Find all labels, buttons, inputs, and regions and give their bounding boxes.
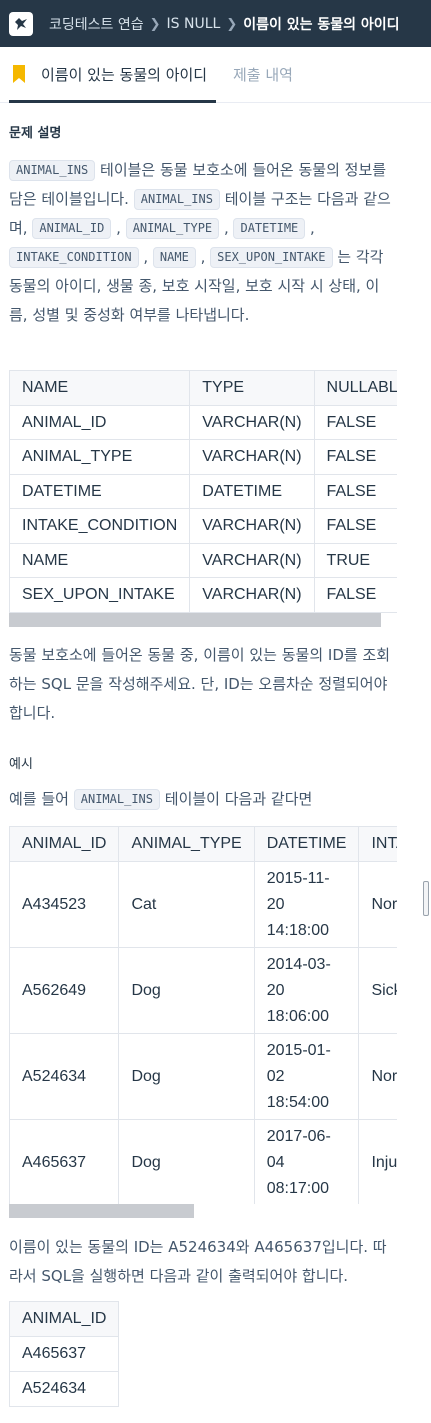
table-cell: A465637 [9, 1119, 120, 1204]
task-paragraph: 동물 보호소에 들어온 동물 중, 이름이 있는 동물의 ID를 조회하는 SQ… [9, 646, 391, 722]
table-row: A465637Dog2017-06-04 08:17:00Injured [9, 1119, 397, 1204]
section-title: 문제 설명 [9, 126, 62, 141]
table-row: DATETIME DATETIME FALSE [9, 474, 397, 509]
table-header-cell: TYPE [189, 370, 315, 406]
inline-code: INTAKE_CONDITION [9, 247, 139, 268]
inline-code: DATETIME [233, 218, 306, 239]
tab-submissions[interactable]: 제출 내역 [233, 64, 293, 85]
table-row: SEX_UPON_INTAKE VARCHAR(N) FALSE [9, 577, 397, 613]
inline-code: NAME [152, 247, 196, 268]
table-row: A524634 [9, 1371, 119, 1407]
tab-problem[interactable]: 이름이 있는 동물의 아이디 [9, 47, 216, 103]
example-table: ANIMAL_ID ANIMAL_TYPE DATETIME INTAKE_CO… [9, 826, 397, 1204]
inline-code: SEX_UPON_INTAKE [210, 247, 333, 268]
breadcrumb: 코딩테스트 연습 ❯ IS NULL ❯ 이름이 있는 동물의 아이디 [49, 14, 400, 34]
example-table-container: ANIMAL_ID ANIMAL_TYPE DATETIME INTAKE_CO… [9, 826, 397, 1204]
table-header-cell: NAME [9, 370, 191, 406]
table-row: INTAKE_CONDITION VARCHAR(N) FALSE [9, 508, 397, 544]
table-header-row: NAME TYPE NULLABLE [9, 370, 397, 406]
table-row: A434523Cat2015-11-20 14:18:00Normal [9, 861, 397, 948]
table-cell: VARCHAR(N) [189, 508, 315, 544]
problem-tabs: 이름이 있는 동물의 아이디 제출 내역 [0, 47, 431, 103]
table-cell: VARCHAR(N) [189, 405, 315, 440]
example-intro: 예를 들어 ANIMAL_INS 테이블이 다음과 같다면 [9, 785, 394, 814]
table-cell: VARCHAR(N) [189, 543, 315, 578]
table-cell: A524634 [9, 1033, 120, 1120]
tab-problem-label: 이름이 있는 동물의 아이디 [41, 66, 208, 84]
result-paragraph: 이름이 있는 동물의 ID는 A524634와 A465637입니다. 따라서 … [9, 1238, 387, 1285]
table-cell: NAME [9, 543, 191, 578]
table-row: A562649Dog2014-03-20 18:06:00Sick [9, 947, 397, 1034]
result-table-container: ANIMAL_ID A465637 A524634 [9, 1301, 119, 1407]
schema-table: NAME TYPE NULLABLE ANIMAL_IDVARCHAR(N)FA… [9, 370, 397, 613]
table-row: ANIMAL_ID VARCHAR(N) FALSE [9, 405, 397, 440]
table-cell: VARCHAR(N) [189, 577, 315, 613]
result-table: ANIMAL_ID A465637 A524634 [9, 1301, 119, 1407]
breadcrumb-item-coding-test[interactable]: 코딩테스트 연습 [49, 14, 144, 34]
table-header-cell: ANIMAL_ID [9, 826, 120, 862]
inline-code: ANIMAL_INS [133, 189, 220, 210]
table-header-row: ANIMAL_ID [9, 1301, 119, 1337]
bookmark-icon [13, 65, 25, 83]
breadcrumb-current: 이름이 있는 동물의 아이디 [243, 17, 400, 33]
table-cell: DATETIME [189, 474, 315, 509]
table-cell: TRUE [313, 543, 397, 578]
table-cell: FALSE [313, 508, 397, 544]
table-cell: 2015-11-20 14:18:00 [253, 861, 360, 948]
schema-table-scrollbar[interactable] [9, 613, 381, 627]
table-cell: Normal [358, 861, 397, 948]
chevron-right-icon: ❯ [226, 16, 238, 32]
table-cell: Sick [358, 947, 397, 1034]
table-cell: FALSE [313, 439, 397, 475]
table-cell: VARCHAR(N) [189, 439, 315, 475]
example-table-scrollbar[interactable] [9, 1204, 194, 1218]
breadcrumb-item-is-null[interactable]: IS NULL [167, 16, 221, 32]
table-cell: Dog [118, 1033, 255, 1120]
example-intro-text-2: 테이블이 다음과 같다면 [160, 790, 313, 808]
table-cell: Dog [118, 1119, 255, 1204]
table-header-cell: ANIMAL_ID [9, 1301, 119, 1337]
table-cell: A465637 [9, 1336, 119, 1372]
table-cell: Injured [358, 1119, 397, 1204]
table-cell: Dog [118, 947, 255, 1034]
table-cell: 2017-06-04 08:17:00 [253, 1119, 360, 1204]
table-cell: FALSE [313, 405, 397, 440]
table-cell: ANIMAL_ID [9, 405, 191, 440]
table-cell: Normal [358, 1033, 397, 1120]
schema-table-container: NAME TYPE NULLABLE ANIMAL_IDVARCHAR(N)FA… [9, 370, 397, 613]
table-cell: Cat [118, 861, 255, 948]
table-cell: A524634 [9, 1371, 119, 1407]
table-cell: A434523 [9, 861, 120, 948]
table-cell: 2014-03-20 18:06:00 [253, 947, 360, 1034]
example-title: 예시 [9, 757, 33, 772]
table-cell: FALSE [313, 577, 397, 613]
table-row: A465637 [9, 1336, 119, 1372]
inline-code: ANIMAL_INS [73, 789, 160, 810]
table-cell: ANIMAL_TYPE [9, 439, 191, 475]
inline-code: ANIMAL_ID [32, 218, 112, 239]
inline-code: ANIMAL_INS [9, 160, 96, 181]
table-cell: DATETIME [9, 474, 191, 509]
table-header-cell: INTAKE_CONDITION [358, 826, 397, 862]
table-cell: A562649 [9, 947, 120, 1034]
inline-code: ANIMAL_TYPE [125, 218, 220, 239]
table-row: A524634Dog2015-01-02 18:54:00Normal [9, 1033, 397, 1120]
intro-paragraph: ANIMAL_INS 테이블은 동물 보호소에 들어온 동물의 정보를 담은 테… [9, 160, 391, 324]
table-cell: 2015-01-02 18:54:00 [253, 1033, 360, 1120]
table-header-cell: NULLABLE [313, 370, 397, 406]
resize-handle[interactable] [423, 881, 429, 916]
table-header-cell: ANIMAL_TYPE [118, 826, 255, 862]
programmers-logo-icon[interactable] [9, 12, 33, 36]
table-row: ANIMAL_TYPE VARCHAR(N) FALSE [9, 439, 397, 475]
table-row: NAME VARCHAR(N) TRUE [9, 543, 397, 578]
table-cell: SEX_UPON_INTAKE [9, 577, 191, 613]
table-cell: INTAKE_CONDITION [9, 508, 191, 544]
table-cell: FALSE [313, 474, 397, 509]
top-bar: 코딩테스트 연습 ❯ IS NULL ❯ 이름이 있는 동물의 아이디 [0, 0, 431, 47]
chevron-right-icon: ❯ [149, 16, 161, 32]
example-intro-text-1: 예를 들어 [9, 790, 74, 808]
table-header-cell: DATETIME [253, 826, 360, 862]
table-header-row: ANIMAL_ID ANIMAL_TYPE DATETIME INTAKE_CO… [9, 826, 397, 862]
